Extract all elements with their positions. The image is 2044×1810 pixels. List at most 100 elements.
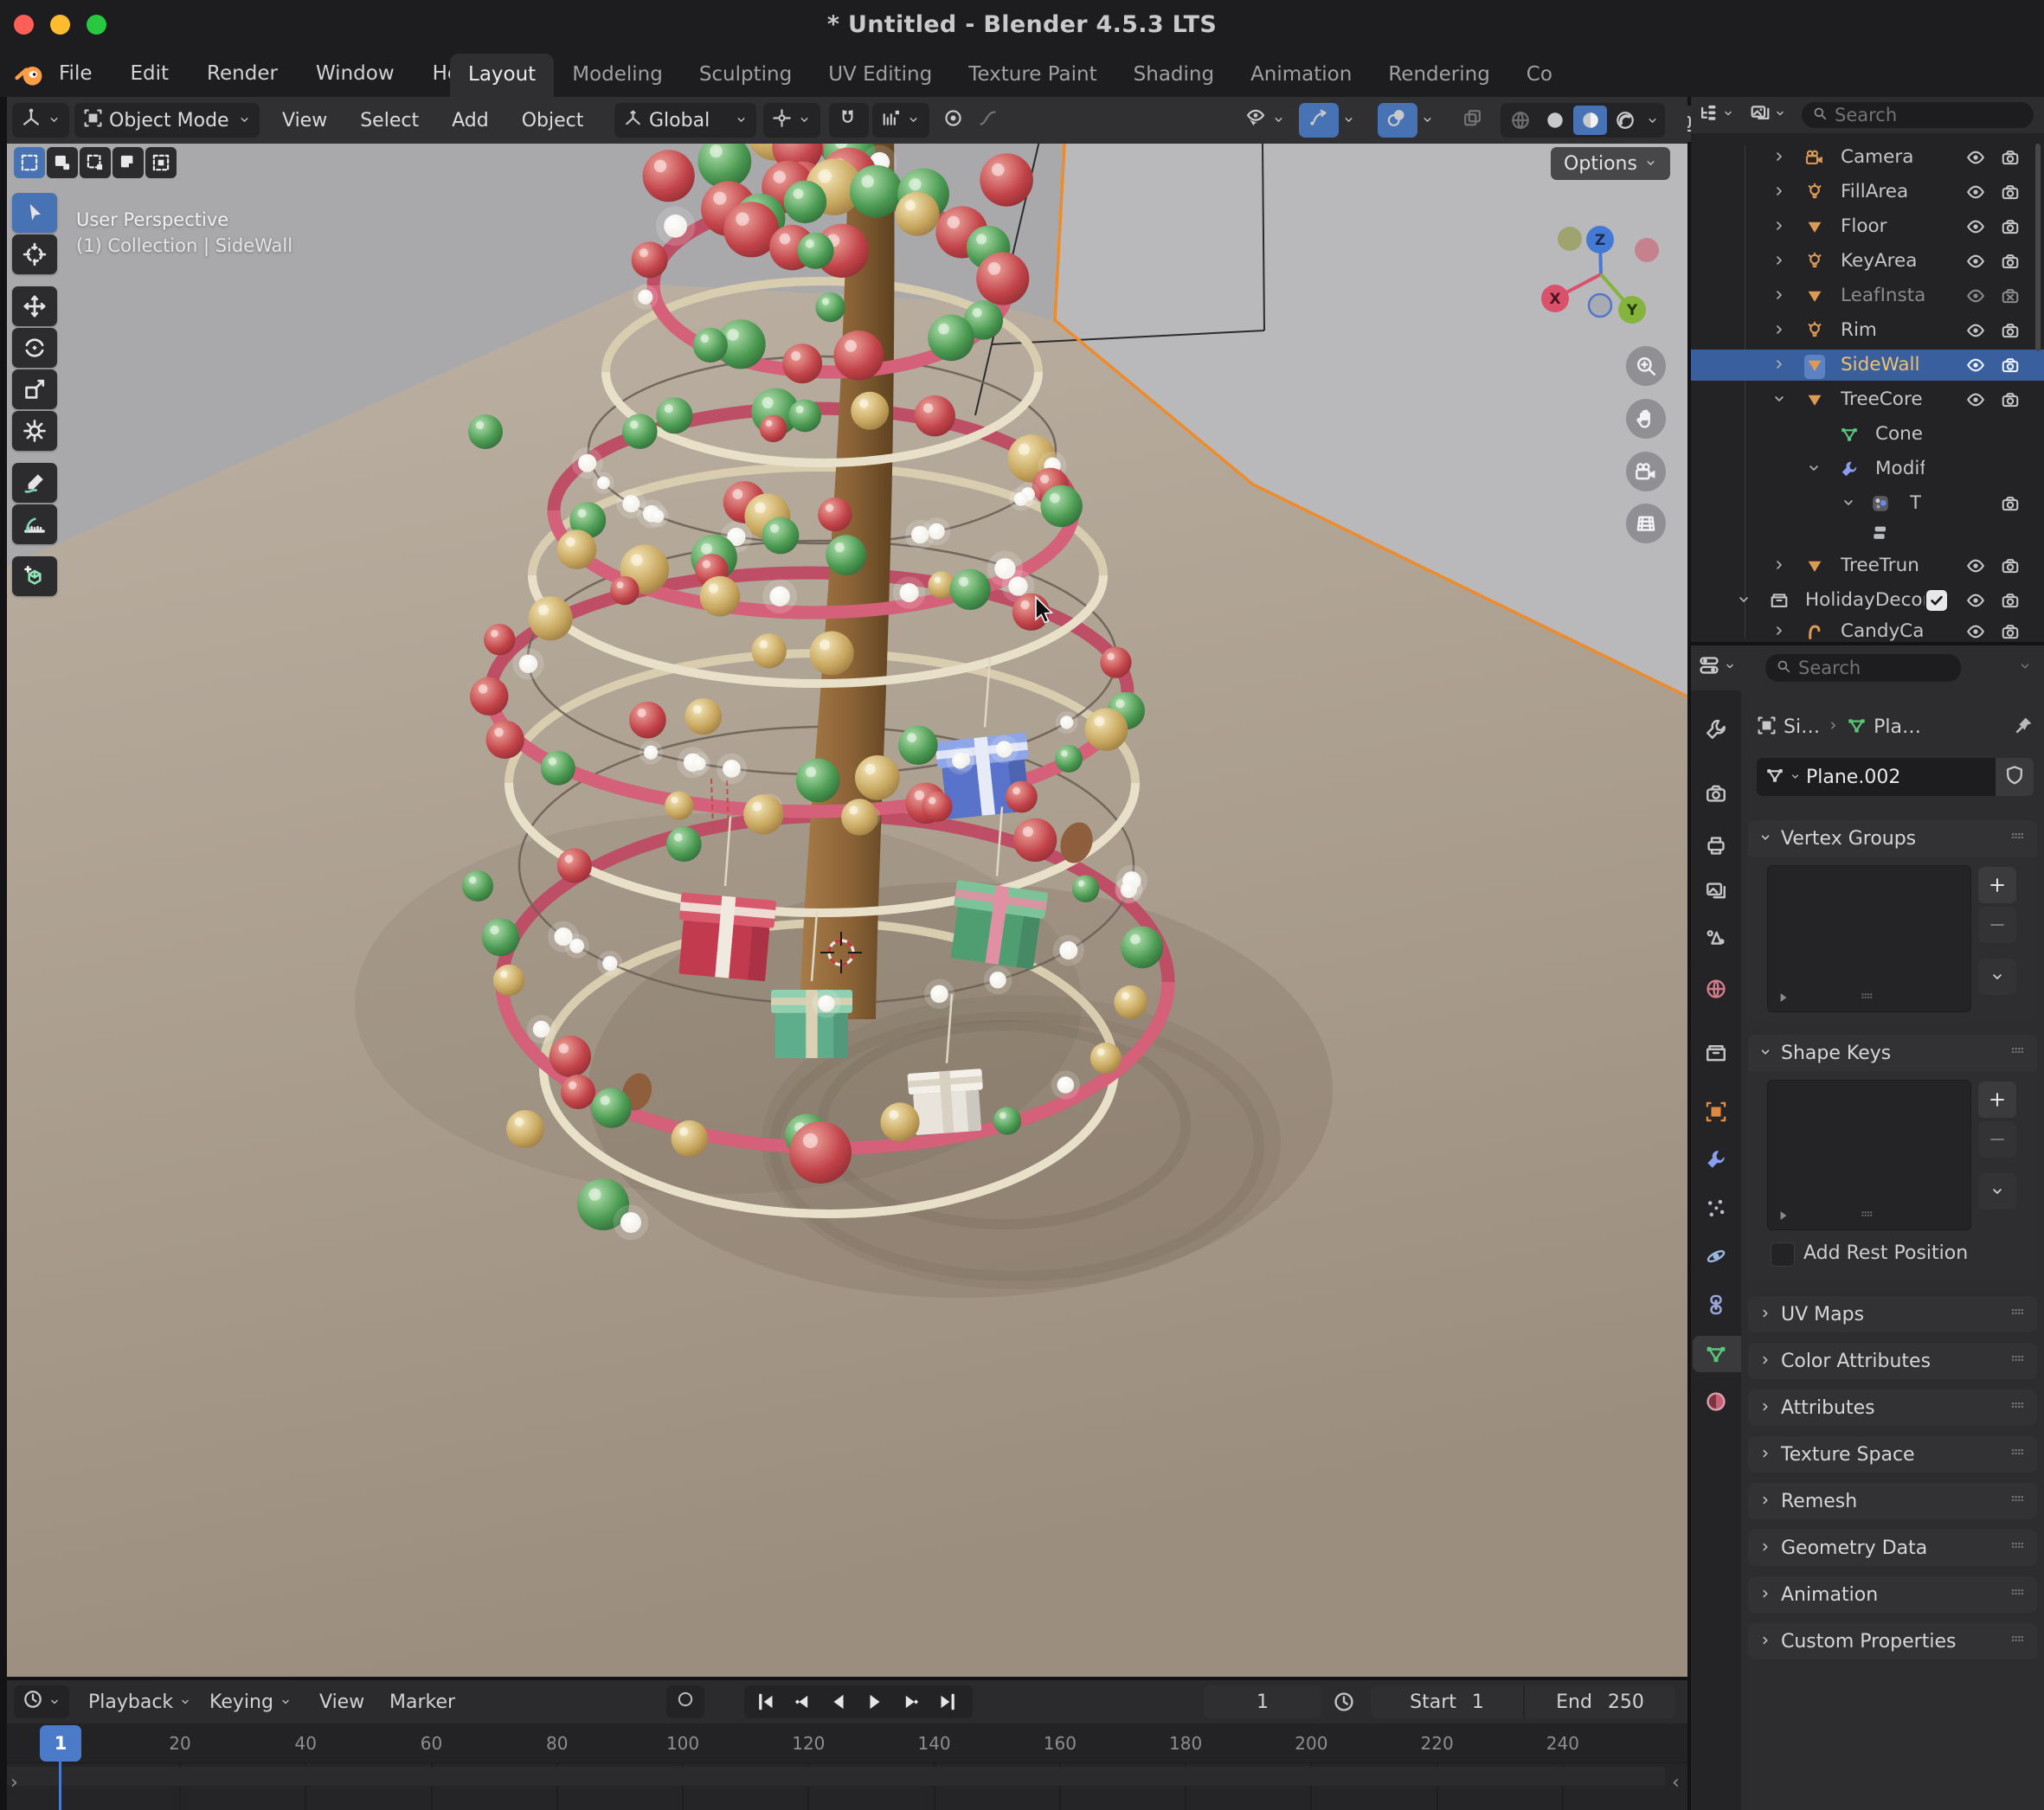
grip-icon[interactable] <box>2008 1582 2027 1607</box>
list-resize-grip-icon[interactable] <box>1858 1205 1875 1226</box>
current-frame-field[interactable]: 1 <box>1204 1685 1321 1718</box>
list-resize-grip-icon[interactable] <box>1858 987 1875 1008</box>
disable-in-renders-camera-icon[interactable] <box>2001 390 2020 413</box>
proportional-falloff-dropdown[interactable] <box>969 103 1004 138</box>
pan-view-button[interactable] <box>1626 399 1666 439</box>
outliner-row-leafinsta[interactable]: LeafInsta <box>1691 280 2044 311</box>
menu-render[interactable]: Render <box>205 57 280 90</box>
breadcrumb-data[interactable]: Pla… <box>1874 716 2007 738</box>
disable-in-renders-camera-icon[interactable] <box>2001 556 2020 579</box>
tool-add-cube-button[interactable] <box>12 556 57 596</box>
hide-in-viewport-eye-icon[interactable] <box>1966 591 1985 613</box>
blender-logo-icon[interactable] <box>14 59 45 93</box>
shading-solid-button[interactable] <box>1539 110 1572 131</box>
timeline-tracks[interactable] <box>7 1763 1687 1810</box>
outliner-row-fillarea[interactable]: FillArea <box>1691 177 2044 208</box>
grip-icon[interactable] <box>2008 1302 2027 1326</box>
chevron-down-icon[interactable] <box>1736 592 1752 611</box>
grip-icon[interactable] <box>2008 1629 2027 1653</box>
chevron-down-icon[interactable] <box>2018 659 2032 677</box>
menu-file[interactable]: File <box>57 57 94 90</box>
workspace-tab-rendering[interactable]: Rendering <box>1370 54 1507 97</box>
chevron-right-icon[interactable] <box>1771 253 1787 272</box>
jump-first-button[interactable] <box>748 1685 784 1718</box>
list-expand-icon[interactable] <box>1777 991 1790 1008</box>
workspace-tab-modeling[interactable]: Modeling <box>554 54 681 97</box>
add-shape-key-button[interactable] <box>1978 1082 2016 1118</box>
options-dropdown[interactable]: Options <box>1551 147 1670 180</box>
panel-header-custom-properties[interactable]: Custom Properties <box>1748 1623 2037 1659</box>
fake-user-shield-button[interactable] <box>1996 758 2034 796</box>
show-overlays-toggle[interactable] <box>1378 103 1417 138</box>
object-visibility-dropdown[interactable] <box>1237 103 1294 138</box>
disable-in-renders-camera-icon[interactable] <box>2001 494 2020 517</box>
xray-toggle[interactable] <box>1454 103 1490 138</box>
properties-tab-scene[interactable] <box>1705 926 1727 952</box>
properties-tab-physics[interactable] <box>1705 1245 1727 1271</box>
chevron-down-icon[interactable] <box>1806 460 1822 479</box>
chevron-right-icon[interactable] <box>1771 287 1787 306</box>
add-vertex-group-button[interactable] <box>1978 867 2016 903</box>
select-mode-select-new[interactable] <box>47 147 78 178</box>
menu-edit[interactable]: Edit <box>129 57 171 90</box>
tool-scale-button[interactable] <box>12 369 57 409</box>
workspace-tab-animation[interactable]: Animation <box>1232 54 1370 97</box>
workspace-tab-shading[interactable]: Shading <box>1115 54 1232 97</box>
chevron-right-icon[interactable] <box>1771 356 1787 375</box>
properties-tab-tool[interactable] <box>1705 718 1727 744</box>
hide-in-viewport-eye-icon[interactable] <box>1966 356 1985 378</box>
collapse-region-arrow[interactable]: ‹ <box>1672 1772 1680 1794</box>
shape-key-specials-menu[interactable] <box>1978 1173 2016 1210</box>
gizmo-axis-neg-x[interactable] <box>1635 238 1659 262</box>
properties-tab-particles[interactable] <box>1705 1197 1727 1223</box>
timeline-menu-marker[interactable]: Marker <box>389 1680 455 1723</box>
hide-in-viewport-eye-icon[interactable] <box>1966 286 1985 309</box>
hide-in-viewport-eye-icon[interactable] <box>1966 217 1985 240</box>
tool-rotate-button[interactable] <box>12 328 57 368</box>
outliner-search-input[interactable]: Search <box>1802 102 2034 128</box>
prev-keyframe-button[interactable] <box>784 1685 820 1718</box>
shading-wireframe-button[interactable] <box>1504 110 1537 131</box>
select-mode-select-intersect[interactable] <box>145 147 177 178</box>
outliner-row-modif[interactable]: Modif <box>1691 453 2044 485</box>
panel-header-texture-space[interactable]: Texture Space <box>1748 1436 2037 1473</box>
snap-options-dropdown[interactable] <box>872 103 929 138</box>
hide-in-viewport-eye-icon[interactable] <box>1966 321 1985 343</box>
panel-header-vertex-groups[interactable]: Vertex Groups <box>1748 820 2037 857</box>
workspace-tab-layout[interactable]: Layout <box>450 54 554 97</box>
editor-type-3d-viewport-button[interactable] <box>12 103 69 138</box>
vertex-groups-list[interactable] <box>1767 865 1971 1012</box>
viewport-menu-select[interactable]: Select <box>360 110 419 132</box>
panel-header-attributes[interactable]: Attributes <box>1748 1390 2037 1426</box>
grip-icon[interactable] <box>2008 1536 2027 1560</box>
zoom-view-button[interactable] <box>1626 346 1666 386</box>
playhead-line[interactable] <box>59 1762 61 1810</box>
collection-checkbox[interactable] <box>1926 590 1947 611</box>
chevron-right-icon[interactable] <box>1771 623 1787 642</box>
properties-tab-constraints[interactable] <box>1705 1293 1727 1319</box>
mode-dropdown[interactable]: Object Mode <box>74 103 260 138</box>
jump-last-button[interactable] <box>929 1685 966 1718</box>
outliner-row-treecore[interactable]: TreeCore <box>1691 384 2044 415</box>
list-expand-icon[interactable] <box>1777 1209 1790 1226</box>
tool-transform-button[interactable] <box>12 411 57 451</box>
start-frame-field[interactable]: Start 1 <box>1371 1685 1525 1718</box>
shading-rendered-button[interactable] <box>1609 110 1642 131</box>
viewport-canvas[interactable] <box>7 97 1687 1677</box>
workspace-tab-uv-editing[interactable]: UV Editing <box>810 54 950 97</box>
shading-options-dropdown[interactable] <box>1643 114 1662 127</box>
outliner-row-treetrun[interactable]: TreeTrun <box>1691 550 2044 581</box>
tool-measure-button[interactable] <box>12 504 57 544</box>
outliner-row-keyarea[interactable]: KeyArea <box>1691 246 2044 277</box>
workspace-tab-sculpting[interactable]: Sculpting <box>681 54 810 97</box>
tool-move-button[interactable] <box>12 286 57 326</box>
hide-in-viewport-eye-icon[interactable] <box>1966 390 1985 413</box>
snap-toggle[interactable] <box>829 103 869 138</box>
gizmo-axis-neg-y[interactable] <box>1558 227 1582 251</box>
disable-in-renders-camera-icon[interactable] <box>2001 286 2020 309</box>
timeline-editor-type-button[interactable] <box>14 1685 69 1718</box>
pivot-point-dropdown[interactable] <box>763 103 820 138</box>
play-reverse-button[interactable] <box>820 1685 857 1718</box>
workspace-tab-co[interactable]: Co <box>1508 54 1571 97</box>
disable-in-renders-camera-icon[interactable] <box>2001 591 2020 613</box>
